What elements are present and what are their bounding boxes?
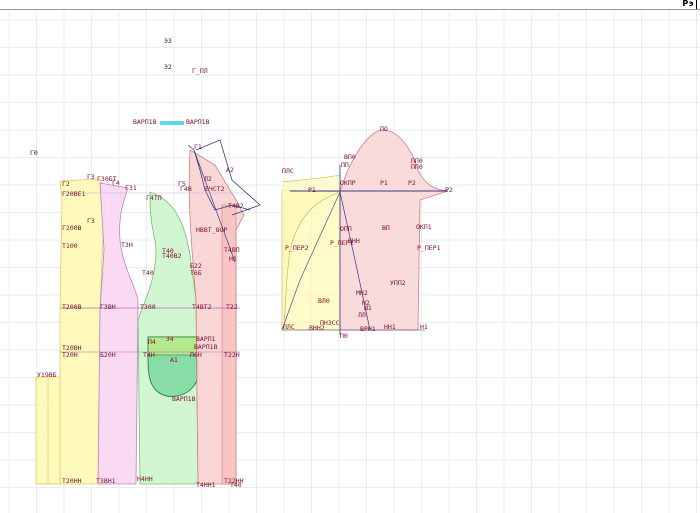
point-label: ПНЗСС	[320, 319, 340, 327]
point-label: ВРН1	[360, 325, 376, 333]
point-label: Г200В	[62, 224, 82, 232]
point-label: Р1	[308, 186, 316, 194]
point-label: Г3	[87, 217, 95, 225]
point-label: ОКП1	[416, 223, 432, 231]
point-label: Э2	[164, 63, 172, 71]
point-label: Р_ПЕР1	[417, 244, 441, 252]
point-label: Г1	[194, 143, 202, 151]
point-label: УПП2	[390, 279, 406, 287]
point-label: ПЛС	[282, 167, 294, 175]
point-label: ВАРП1В	[186, 118, 210, 126]
point-label: Т4ВП	[224, 246, 240, 254]
point-label: Э3	[164, 37, 172, 45]
point-label: Т3Н	[121, 241, 133, 249]
point-label: Т22	[226, 303, 238, 311]
point-label: П0	[340, 332, 348, 340]
point-label: Б20Н	[100, 351, 116, 359]
point-label: Т20Н	[62, 351, 78, 359]
point-label: МН2	[356, 289, 368, 297]
point-label: НВВТ_8ОР	[196, 226, 228, 234]
point-label: ОПП	[340, 225, 352, 233]
point-label: Т4НН1	[196, 481, 216, 489]
point-label: ПП0	[411, 163, 423, 171]
point-label: ВП	[382, 224, 390, 232]
point-label: Э4	[166, 335, 174, 343]
point-label: Г31	[125, 184, 137, 192]
point-label: Р_ПЕР2	[285, 244, 309, 252]
point-label: Т6Б	[190, 269, 202, 277]
point-label: Н6	[229, 255, 237, 263]
point-label: Т100	[62, 242, 78, 250]
point-label: Р2	[408, 179, 416, 187]
point-label: ВАРП1В	[172, 395, 196, 403]
point-label: Т4В2	[228, 202, 244, 210]
point-label: Г4ТП	[146, 194, 162, 202]
point-label: Г20ВЕ1	[62, 190, 86, 198]
point-label: Г2	[62, 180, 70, 188]
pattern-pieces	[35, 121, 449, 485]
point-label: ВП0	[344, 153, 356, 161]
point-label: А2	[226, 166, 234, 174]
point-label: Н4НН	[137, 475, 153, 483]
point-label: ВАРП1	[196, 335, 216, 343]
point-label: Г4	[112, 179, 120, 187]
point-label: ВЛ0	[318, 297, 330, 305]
point-label: Т3ВН1	[96, 477, 116, 485]
point-label: Г0	[30, 149, 38, 157]
point-label: ПП	[341, 161, 349, 169]
point-label: Ш1	[364, 304, 372, 312]
point-label: Р_ПЕР1	[330, 239, 354, 247]
point-label: Н1	[420, 323, 428, 331]
side-panel[interactable]	[97, 182, 139, 485]
point-label: Т22Н	[224, 351, 240, 359]
point-label: Т40В2	[162, 252, 182, 260]
point-label: Т4ВТ2	[192, 303, 212, 311]
point-label: Г4В	[180, 185, 192, 193]
point-label: ЕЧСТ2	[205, 185, 225, 193]
point-label: А1	[170, 356, 178, 364]
point-label: ПЛС	[283, 323, 295, 331]
point-label: ВАРП1В	[194, 343, 218, 351]
point-label: Т20НН	[62, 477, 82, 485]
marker-bar[interactable]	[160, 121, 184, 125]
point-label: Т300	[140, 303, 156, 311]
point-label: П4	[148, 338, 156, 346]
point-label: Т200В	[62, 303, 82, 311]
pattern-canvas[interactable]: Рэ Э3 Э2 Г_ПЛ ВАРП1В ВАРП1В Г0 Г2 Г3 Г30…	[0, 0, 700, 513]
point-label: П6Н	[190, 351, 202, 359]
point-label: Г_ПЛ	[192, 67, 208, 75]
point-label: Р2	[445, 186, 453, 194]
point-label: Р1	[380, 179, 388, 187]
point-label: Л2	[204, 175, 212, 183]
point-label: ПО	[380, 125, 388, 133]
point-label: ОКПР	[340, 179, 356, 187]
point-label: Г3ВН	[100, 303, 116, 311]
point-label: Т4Н	[143, 351, 155, 359]
point-label: У19ВБ	[37, 371, 57, 379]
point-label: ВАРП1В	[133, 118, 157, 126]
point-label: НН1	[384, 323, 396, 331]
point-label: ЛЛ	[358, 311, 366, 319]
point-label: Г3	[87, 173, 95, 181]
point-label: Т40	[230, 481, 242, 489]
point-label: Т40	[142, 269, 154, 277]
